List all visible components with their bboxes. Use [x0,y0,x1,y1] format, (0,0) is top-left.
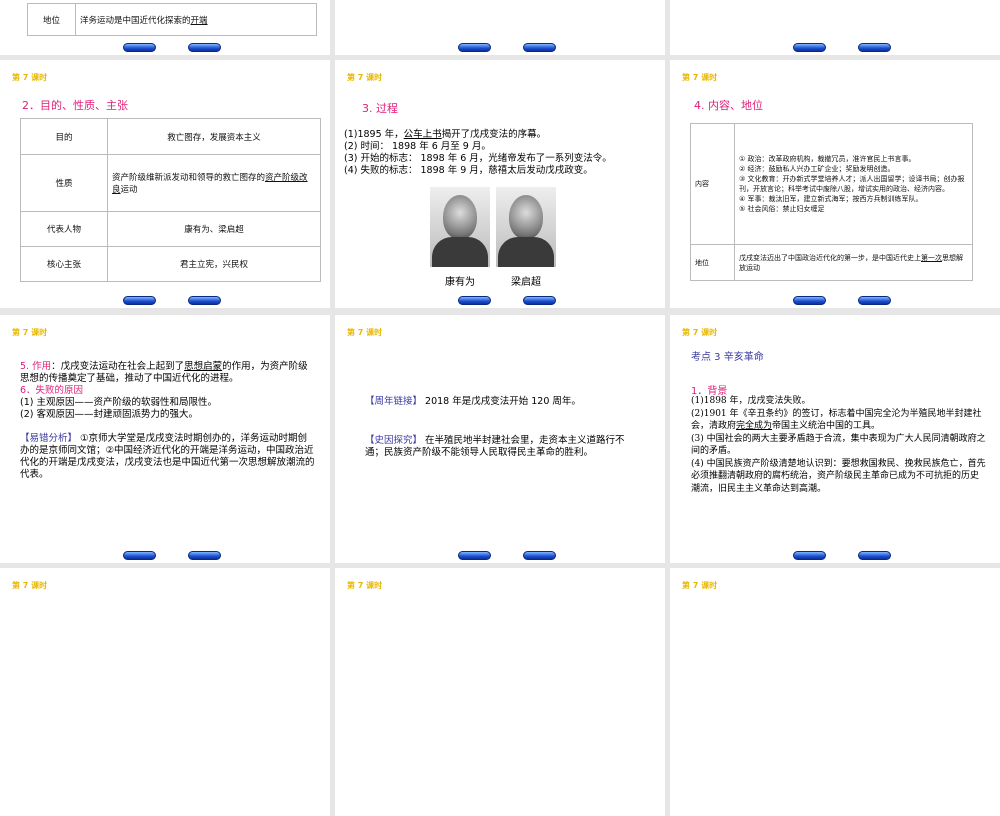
prev-button[interactable] [458,296,491,305]
lesson-label: 第 7 课时 [347,581,383,590]
slide-thumbnail[interactable]: 第 7 课时 考点 3 辛亥革命 1．背景 (1)1898 年，戊戌变法失败。 … [670,315,1000,563]
slide-thumbnail[interactable]: 第 7 课时 4. 内容、地位 内容 ① 政治：改革政府机构，裁撤冗员，准许官民… [670,60,1000,308]
lesson-label: 第 7 课时 [347,73,383,82]
next-button[interactable] [858,43,891,52]
lesson-label: 第 7 课时 [12,328,48,337]
lesson-label: 第 7 课时 [682,328,718,337]
background-text: (1)1898 年，戊戌变法失败。 (2)1901 年《辛丑条约》的签订，标志着… [691,396,986,494]
slide-thumbnail[interactable]: 第 7 课时 【周年链接】 2018 年是戊戌变法开始 120 周年。 【史因探… [335,315,665,563]
kang-youwei-photo [430,187,490,267]
next-button[interactable] [858,551,891,560]
row-label: 地位 [27,3,76,36]
next-button[interactable] [523,296,556,305]
section-title: 考点 3 辛亥革命 [691,352,764,363]
lesson-label: 第 7 课时 [12,581,48,590]
lesson-label: 第 7 课时 [682,73,718,82]
next-button[interactable] [188,43,221,52]
cell: 康有为、梁启超 [107,211,321,247]
slide-thumbnail[interactable]: 第 7 课时 2．目的、性质、主张 目的 救亡图存，发展资本主义 性质 资产阶级维新… [0,60,330,308]
slide-thumbnail[interactable] [335,0,665,55]
prev-button[interactable] [793,551,826,560]
heading: 2．目的、性质、主张 [22,99,128,112]
table: 地位 洋务运动是中国近代化探索的开端 [27,3,317,36]
next-button[interactable] [523,43,556,52]
lesson-label: 第 7 课时 [682,581,718,590]
prev-button[interactable] [123,43,156,52]
effect-text: 5. 作用：戊戌变法运动在社会上起到了思想启蒙的作用，为资产阶级思想的传播奠定了… [20,361,315,480]
next-button[interactable] [858,296,891,305]
photo-caption: 梁启超 [511,277,541,288]
lesson-label: 第 7 课时 [12,73,48,82]
photo-caption: 康有为 [445,277,475,288]
prev-button[interactable] [793,43,826,52]
slide-thumbnail[interactable]: 第 7 课时 3. 过程 (1)1895 年，公车上书揭开了戊戌变法的序幕。 (… [335,60,665,308]
prev-button[interactable] [458,551,491,560]
cell: 目的 [20,118,108,155]
cell: ① 政治：改革政府机构，裁撤冗员，准许官民上书言事。 ② 经济：鼓励私人兴办工矿企… [734,123,973,245]
slide-thumbnail[interactable] [670,0,1000,55]
prev-button[interactable] [123,296,156,305]
cell: 性质 [20,154,108,212]
slide-thumbnail[interactable]: 第 7 课时 5. 作用：戊戌变法运动在社会上起到了思想启蒙的作用，为资产阶级思… [0,315,330,563]
slide-thumbnail[interactable]: 第 7 课时 [335,568,665,816]
prev-button[interactable] [793,296,826,305]
lesson-label: 第 7 课时 [347,328,383,337]
heading: 4. 内容、地位 [694,99,763,112]
liang-qichao-photo [496,187,556,267]
row-text: 洋务运动是中国近代化探索的开端 [75,3,317,36]
cell: 核心主张 [20,246,108,282]
table: 目的 救亡图存，发展资本主义 性质 资产阶级维新派发动和领导的救亡图存的资产阶级改良… [20,118,321,282]
anniversary-text: 【周年链接】 2018 年是戊戌变法开始 120 周年。 [365,396,581,407]
next-button[interactable] [523,551,556,560]
slide-thumbnail[interactable]: 第 7 课时 [0,568,330,816]
heading: 3. 过程 [362,102,398,115]
table: 内容 ① 政治：改革政府机构，裁撤冗员，准许官民上书言事。 ② 经济：鼓励私人兴办… [690,123,973,281]
prev-button[interactable] [458,43,491,52]
cell: 代表人物 [20,211,108,247]
cause-text: 【史因探究】 在半殖民地半封建社会里，走资本主义道路行不通；民族资产阶级不能领导… [365,435,625,458]
cell: 戊戌变法迈出了中国政治近代化的第一步，是中国近代史上第一次思想解放运动 [734,244,973,281]
cell: 内容 [690,123,735,245]
slide-thumbnail[interactable]: 地位 洋务运动是中国近代化探索的开端 [0,0,330,55]
next-button[interactable] [188,296,221,305]
cell: 地位 [690,244,735,281]
next-button[interactable] [188,551,221,560]
process-text: (1)1895 年，公车上书揭开了戊戌变法的序幕。 (2) 时间： 1898 年… [344,129,612,176]
prev-button[interactable] [123,551,156,560]
cell: 救亡图存，发展资本主义 [107,118,321,155]
cell: 君主立宪，兴民权 [107,246,321,282]
slide-thumbnail[interactable]: 第 7 课时 [670,568,1000,816]
cell: 资产阶级维新派发动和领导的救亡图存的资产阶级改良运动 [107,154,321,212]
